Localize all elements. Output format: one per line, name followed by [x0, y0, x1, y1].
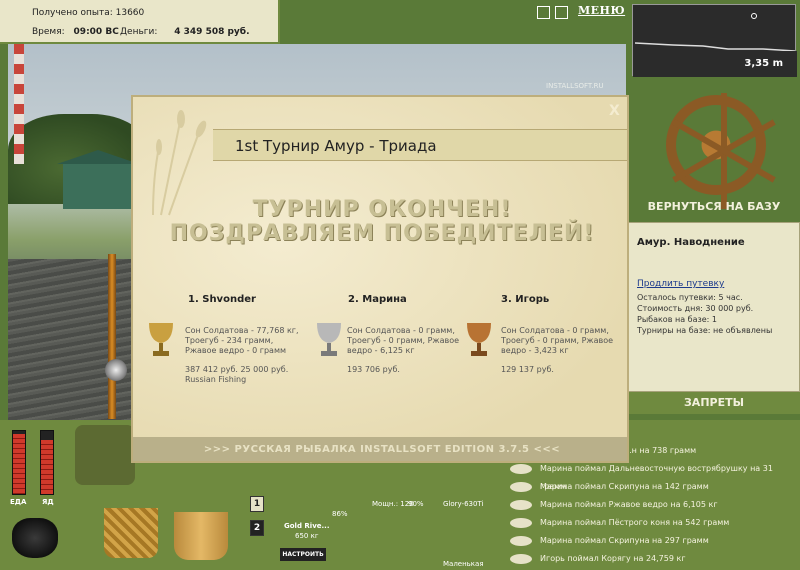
- food-meter: [12, 430, 26, 495]
- close-button[interactable]: X: [609, 103, 620, 119]
- setup-button[interactable]: НАСТРОИТЬ: [280, 548, 326, 561]
- winner-1-name: 1. Shvonder: [188, 294, 256, 305]
- log-entry: Марина поймал Скрипуна на 142 грамм: [510, 478, 709, 496]
- winner-3-catch: Сон Солдатова - 0 грамм, Троегуб - 0 гра…: [501, 326, 614, 355]
- food-label: ЕДА: [10, 498, 27, 506]
- tournament-title: 1st Турнир Амур - Триада: [235, 137, 437, 155]
- fish-icon: [510, 482, 532, 492]
- food-level: [13, 434, 25, 494]
- silver-cup-icon: [317, 323, 341, 356]
- stats-panel: Получено опыта: 13660 Время: 09:00 ВС Де…: [0, 0, 280, 44]
- time-row: Время: 09:00 ВС: [32, 27, 119, 37]
- lure-name: Glory-630Ti: [443, 500, 484, 508]
- poison-label: ЯД: [42, 498, 54, 506]
- bronze-cup-icon: [467, 323, 491, 356]
- slot-2-button[interactable]: 2: [250, 520, 264, 536]
- float-icon: [751, 13, 757, 19]
- log-entry: Игорь поймал Корягу на 24,759 кг: [510, 550, 686, 568]
- congratulations-banner: ПОЗДРАВЛЯЕМ ПОБЕДИТЕЛЕЙ!: [169, 221, 595, 246]
- tournament-results-dialog: 1st Турнир Амур - Триада X ТУРНИР ОКОНЧЕ…: [131, 95, 629, 463]
- fish-icon: [510, 518, 532, 528]
- money-label: Деньги:: [120, 27, 158, 37]
- log-entry: Марина поймал Пёстрого коня на 542 грамм: [510, 514, 729, 532]
- poison-level: [41, 440, 53, 494]
- winner-1-sponsor: Russian Fishing: [185, 375, 247, 384]
- pause-icon[interactable]: [537, 6, 550, 19]
- rod-name: Gold Rive...: [284, 522, 330, 530]
- rod-wear: 86%: [332, 510, 348, 518]
- permit-remaining: Осталось путевки: 5 час.: [637, 293, 743, 302]
- winner-3-name: 3. Игорь: [501, 294, 550, 305]
- bucket-icon[interactable]: [174, 512, 228, 560]
- log-entry: Марина поймал Ржавое ведро на 6,105 кг: [510, 496, 718, 514]
- radio-tower: [14, 44, 24, 164]
- money-row: Деньги: 4 349 508 руб.: [120, 27, 250, 37]
- experience-row: Получено опыта: 13660: [32, 8, 144, 18]
- base-title: Амур. Наводнение: [637, 237, 745, 248]
- winner-2-catch: Сон Солдатова - 0 грамм, Троегуб - 0 гра…: [347, 326, 460, 355]
- winner-2-prize: 193 706 руб.: [347, 365, 400, 374]
- winner-1-catch: Сон Солдатова - 77,768 кг, Троегуб - 234…: [185, 326, 299, 355]
- fish-icon: [510, 536, 532, 546]
- house: [57, 150, 139, 209]
- tournaments-status: Турниры на базе: не объявлены: [637, 326, 773, 335]
- time-value: 09:00 ВС: [73, 27, 119, 37]
- status-meters: ЕДА ЯД: [6, 430, 62, 515]
- slot-1-button[interactable]: 1: [250, 496, 264, 512]
- tournament-finished-banner: ТУРНИР ОКОНЧЕН!: [252, 197, 512, 222]
- cauldron-icon[interactable]: [12, 518, 58, 558]
- fish-icon: [510, 464, 532, 474]
- winner-3-prize: 129 137 руб.: [501, 365, 554, 374]
- fish-icon: [510, 500, 532, 510]
- extend-permit-link[interactable]: Продлить путевку: [637, 279, 724, 289]
- anglers-count: Рыбаков на базе: 1: [637, 315, 717, 324]
- lure-size: Маленькая: [443, 560, 484, 568]
- experience-value: 13660: [115, 8, 145, 18]
- gold-cup-icon: [149, 323, 173, 356]
- rod-capacity: 650 кг: [295, 532, 319, 540]
- back-to-base-button[interactable]: ВЕРНУТЬСЯ НА БАЗУ: [628, 200, 800, 213]
- game-version-footer: >>> РУССКАЯ РЫБАЛКА INSTALLSOFT EDITION …: [203, 444, 561, 455]
- winner-2-name: 2. Марина: [348, 294, 407, 305]
- watermark: INSTALLSOFT.RU: [546, 82, 604, 90]
- ship-wheel-icon[interactable]: [666, 93, 776, 209]
- base-info-panel: Амур. Наводнение Продлить путевку Остало…: [628, 222, 800, 392]
- money-value: 4 349 508 руб.: [174, 27, 250, 37]
- depth-meter: 3,35 m: [632, 4, 797, 77]
- bans-button[interactable]: ЗАПРЕТЫ: [628, 392, 800, 414]
- backpack-icon[interactable]: [75, 425, 135, 485]
- day-cost: Стоимость дня: 30 000 руб.: [637, 304, 754, 313]
- depth-value: 3,35 m: [744, 58, 783, 69]
- poison-meter: [40, 430, 54, 495]
- menu-button[interactable]: МЕНЮ: [578, 4, 625, 17]
- fish-icon: [510, 554, 532, 564]
- experience-label: Получено опыта:: [32, 8, 113, 18]
- food-basket-icon[interactable]: [104, 508, 158, 558]
- line-wear: 90%: [408, 500, 424, 508]
- sound-icon[interactable]: [555, 6, 568, 19]
- reel-icon: [105, 359, 127, 381]
- log-entry: Марина поймал Скрипуна на 297 грамм: [510, 532, 709, 550]
- time-label: Время:: [32, 27, 65, 37]
- fishing-rod: [108, 254, 116, 419]
- winner-1-prize: 387 412 руб. 25 000 руб.: [185, 365, 289, 374]
